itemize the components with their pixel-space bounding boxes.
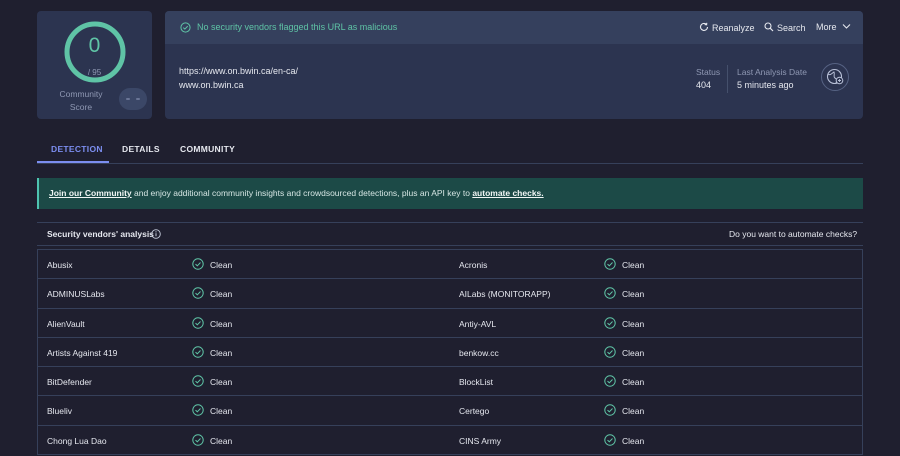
chevron-down-icon: [842, 24, 851, 29]
tabs-divider: [37, 163, 863, 164]
vendor-name[interactable]: Certego: [459, 406, 489, 416]
vendor-result: Clean: [622, 318, 645, 329]
vendor-name[interactable]: AlienVault: [47, 319, 85, 329]
vendor-result: Clean: [210, 318, 233, 329]
analysis-divider-top: [37, 222, 863, 223]
check-circle-icon: [604, 258, 616, 270]
table-row: Chong Lua Dao Clean CINS Army Clean: [38, 426, 862, 456]
join-community-link[interactable]: Join our Community: [49, 188, 132, 198]
vendor-result: Clean: [210, 435, 233, 446]
status-label: Status: [696, 67, 721, 77]
more-menu-button[interactable]: More: [816, 22, 851, 33]
vendor-result: Clean: [622, 377, 645, 388]
vendor-result: Clean: [622, 435, 645, 446]
search-button[interactable]: Search: [764, 22, 806, 34]
detection-score: 0: [88, 34, 101, 57]
vendor-name[interactable]: Abusix: [47, 260, 73, 270]
vendor-result: Clean: [622, 289, 645, 300]
vendor-name[interactable]: Acronis: [459, 260, 487, 270]
vendor-name[interactable]: CINS Army: [459, 436, 501, 446]
table-row: AlienVault Clean Antiy-AVL Clean: [38, 309, 862, 338]
check-circle-icon: [604, 316, 616, 329]
check-circle-icon: [192, 375, 204, 387]
community-banner-text: Join our Community and enjoy additional …: [49, 188, 544, 198]
community-vote-toggle[interactable]: [119, 88, 147, 110]
vendor-name[interactable]: Artists Against 419: [47, 348, 117, 358]
meta-divider: [727, 65, 728, 93]
vendors-analysis-title: Security vendors' analysis: [47, 229, 154, 239]
reanalyze-button[interactable]: Reanalyze: [699, 22, 755, 34]
check-circle-icon: [192, 258, 204, 270]
analyzed-host[interactable]: www.on.bwin.ca: [179, 80, 244, 90]
status-value: 404: [696, 80, 712, 90]
vendor-result: Clean: [210, 406, 233, 417]
community-score-label: Community Score: [59, 89, 103, 112]
vendor-name[interactable]: Chong Lua Dao: [47, 436, 107, 446]
vendor-result: Clean: [622, 260, 645, 270]
check-circle-icon: [192, 434, 204, 446]
vendor-result: Clean: [210, 347, 233, 358]
vendor-result: Clean: [622, 347, 645, 358]
vendor-name[interactable]: AILabs (MONITORAPP): [459, 289, 550, 299]
check-circle-icon: [604, 434, 616, 446]
check-circle-icon: [604, 375, 616, 387]
tab-details[interactable]: DETAILS: [122, 144, 160, 154]
vendor-name[interactable]: benkow.cc: [459, 348, 499, 358]
analysis-divider-bottom: [37, 245, 863, 246]
table-row: Abusix Clean Acronis Clean: [38, 250, 862, 280]
community-score-card: 0 / 95 Community Score: [37, 11, 152, 119]
vote-up-icon[interactable]: [136, 98, 140, 100]
community-banner: Join our Community and enjoy additional …: [37, 178, 863, 209]
vote-down-icon[interactable]: [126, 98, 130, 100]
last-analysis-value: 5 minutes ago: [737, 80, 794, 90]
check-circle-icon: [604, 287, 616, 299]
url-summary-panel: No security vendors flagged this URL as …: [165, 11, 863, 119]
table-row: ADMINUSLabs Clean AILabs (MONITORAPP) Clean: [38, 279, 862, 309]
vendor-name[interactable]: BlockList: [459, 377, 493, 387]
vendor-result: Clean: [210, 260, 233, 270]
automate-checks-prompt[interactable]: Do you want to automate checks?: [729, 229, 857, 239]
table-row: Artists Against 419 Clean benkow.cc Clean: [38, 338, 862, 368]
vendor-name[interactable]: ADMINUSLabs: [47, 289, 105, 299]
url-globe-button[interactable]: [821, 63, 849, 91]
vendors-table: Abusix Clean Acronis Clean ADMINUSLabs Clean A…: [37, 249, 863, 456]
vendor-name[interactable]: BitDefender: [47, 377, 92, 387]
last-analysis-label: Last Analysis Date: [737, 67, 807, 77]
info-icon[interactable]: [151, 229, 161, 239]
check-circle-icon: [192, 346, 204, 358]
check-circle-icon: [180, 22, 191, 33]
tab-detection[interactable]: DETECTION: [51, 144, 103, 154]
refresh-icon: [700, 22, 709, 31]
check-circle-icon: [192, 316, 204, 329]
check-circle-icon: [604, 346, 616, 358]
globe-icon: [826, 68, 844, 85]
check-circle-icon: [192, 404, 204, 417]
tab-community[interactable]: COMMUNITY: [180, 144, 235, 154]
vendor-name[interactable]: Blueliv: [47, 406, 72, 416]
vendor-result: Clean: [622, 406, 645, 417]
verdict-message: No security vendors flagged this URL as …: [197, 22, 398, 32]
analyzed-url[interactable]: https://www.on.bwin.ca/en-ca/: [179, 66, 298, 76]
search-icon: [764, 22, 774, 32]
check-circle-icon: [604, 404, 616, 417]
detection-total: / 95: [87, 68, 102, 77]
table-row: Blueliv Clean Certego Clean: [38, 396, 862, 426]
automate-checks-link[interactable]: automate checks.: [472, 188, 543, 198]
vendor-result: Clean: [210, 289, 233, 300]
check-circle-icon: [192, 287, 204, 299]
vendor-name[interactable]: Antiy-AVL: [459, 319, 496, 329]
table-row: BitDefender Clean BlockList Clean: [38, 367, 862, 397]
vendor-result: Clean: [210, 377, 233, 388]
summary-header: No security vendors flagged this URL as …: [165, 11, 863, 44]
